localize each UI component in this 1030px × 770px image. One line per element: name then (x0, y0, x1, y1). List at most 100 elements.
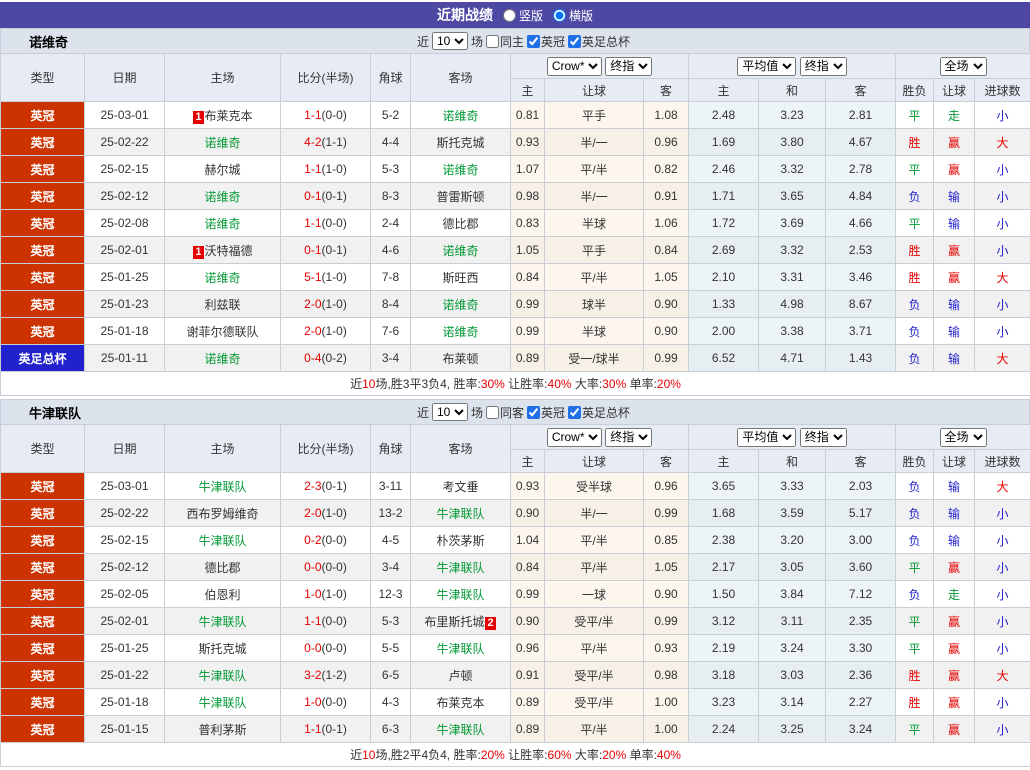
home-team[interactable]: 赫尔城 (165, 156, 281, 183)
result-goals: 小 (975, 102, 1030, 129)
match-score: 3-2(1-2) (281, 662, 371, 689)
away-team[interactable]: 诺维奇 (411, 291, 511, 318)
away-team[interactable]: 斯托克城 (411, 129, 511, 156)
bookmaker-select[interactable]: Crow* (547, 57, 602, 76)
team-label: 斯托克城 (198, 642, 246, 656)
league-filter-facup[interactable]: 英足总杯 (568, 404, 630, 421)
avg-draw: 3.23 (759, 102, 826, 129)
page-title: 近期战绩 (437, 5, 493, 25)
filter-bar: 牛津联队 近 10 场 同客 英冠 英足总杯 (0, 399, 1030, 424)
championship-checkbox[interactable] (527, 35, 540, 48)
home-team[interactable]: 牛津联队 (165, 608, 281, 635)
away-team[interactable]: 牛津联队 (411, 635, 511, 662)
same-venue-checkbox[interactable] (486, 35, 499, 48)
away-team[interactable]: 普雷斯顿 (411, 183, 511, 210)
final-index-select[interactable]: 终指 (605, 428, 652, 447)
odds-handicap: 平/半 (545, 635, 644, 662)
away-team[interactable]: 考文垂 (411, 473, 511, 500)
scope-select[interactable]: 全场 (940, 428, 987, 447)
away-team[interactable]: 朴茨茅斯 (411, 527, 511, 554)
summary-segment: 场,胜3平3负4, 胜率: (375, 377, 480, 391)
facup-checkbox[interactable] (568, 35, 581, 48)
away-team[interactable]: 德比郡 (411, 210, 511, 237)
team-label: 牛津联队 (436, 561, 484, 575)
home-team[interactable]: 1沃特福德 (165, 237, 281, 264)
home-team[interactable]: 斯托克城 (165, 635, 281, 662)
same-venue-filter[interactable]: 同客 (486, 404, 524, 421)
home-team[interactable]: 伯恩利 (165, 581, 281, 608)
home-team[interactable]: 西布罗姆维奇 (165, 500, 281, 527)
scope-select[interactable]: 全场 (940, 57, 987, 76)
away-team[interactable]: 牛津联队 (411, 500, 511, 527)
team-label: 布里斯托城 (424, 615, 484, 629)
col-away: 客场 (411, 54, 511, 102)
match-date: 25-02-01 (85, 237, 165, 264)
away-team[interactable]: 诺维奇 (411, 318, 511, 345)
league-filter-facup[interactable]: 英足总杯 (568, 33, 630, 50)
away-team[interactable]: 布莱克本 (411, 689, 511, 716)
final-index-select[interactable]: 终指 (605, 57, 652, 76)
recent-count-select[interactable]: 10 (432, 403, 468, 421)
final-index-select-2[interactable]: 终指 (800, 428, 847, 447)
odds-away: 0.90 (644, 318, 689, 345)
home-team[interactable]: 谢菲尔德联队 (165, 318, 281, 345)
home-team[interactable]: 德比郡 (165, 554, 281, 581)
result-outcome: 负 (896, 318, 934, 345)
home-team[interactable]: 诺维奇 (165, 210, 281, 237)
same-venue-checkbox[interactable] (486, 406, 499, 419)
col-avg-away: 客 (826, 79, 896, 102)
layout-horizontal-option[interactable]: 横版 (553, 7, 593, 24)
away-team[interactable]: 牛津联队 (411, 554, 511, 581)
away-team[interactable]: 诺维奇 (411, 237, 511, 264)
home-team[interactable]: 普利茅斯 (165, 716, 281, 743)
corner-score: 7-8 (371, 264, 411, 291)
average-select[interactable]: 平均值 (737, 57, 796, 76)
facup-checkbox[interactable] (568, 406, 581, 419)
team-label: 诺维奇 (204, 352, 240, 366)
avg-draw: 3.80 (759, 129, 826, 156)
bookmaker-select[interactable]: Crow* (547, 428, 602, 447)
away-team[interactable]: 布莱顿 (411, 345, 511, 372)
away-team[interactable]: 布里斯托城2 (411, 608, 511, 635)
avg-draw: 3.31 (759, 264, 826, 291)
avg-draw: 3.14 (759, 689, 826, 716)
result-handicap: 赢 (934, 264, 975, 291)
home-team[interactable]: 1布莱克本 (165, 102, 281, 129)
same-venue-filter[interactable]: 同主 (486, 33, 524, 50)
recent-count-select[interactable]: 10 (432, 32, 468, 50)
championship-checkbox[interactable] (527, 406, 540, 419)
home-team[interactable]: 诺维奇 (165, 129, 281, 156)
away-team[interactable]: 诺维奇 (411, 102, 511, 129)
final-index-select-2[interactable]: 终指 (800, 57, 847, 76)
away-team[interactable]: 卢顿 (411, 662, 511, 689)
col-corner: 角球 (371, 425, 411, 473)
avg-home: 2.10 (689, 264, 759, 291)
corner-score: 3-11 (371, 473, 411, 500)
home-team[interactable]: 牛津联队 (165, 662, 281, 689)
team-label: 诺维奇 (204, 136, 240, 150)
average-select[interactable]: 平均值 (737, 428, 796, 447)
away-team[interactable]: 斯旺西 (411, 264, 511, 291)
match-type-badge: 英冠 (1, 554, 85, 581)
league-filter-championship[interactable]: 英冠 (527, 404, 565, 421)
away-team[interactable]: 牛津联队 (411, 716, 511, 743)
away-team[interactable]: 诺维奇 (411, 156, 511, 183)
summary-segment: 20% (657, 377, 681, 391)
scope-dropdown-group: 全场 (896, 425, 1030, 450)
home-team[interactable]: 诺维奇 (165, 345, 281, 372)
away-team[interactable]: 牛津联队 (411, 581, 511, 608)
home-team[interactable]: 牛津联队 (165, 689, 281, 716)
horizontal-radio[interactable] (553, 9, 566, 22)
match-date: 25-01-25 (85, 635, 165, 662)
league-filter-championship[interactable]: 英冠 (527, 33, 565, 50)
home-team[interactable]: 诺维奇 (165, 264, 281, 291)
home-team[interactable]: 诺维奇 (165, 183, 281, 210)
home-team[interactable]: 牛津联队 (165, 473, 281, 500)
avg-away: 4.84 (826, 183, 896, 210)
home-team[interactable]: 利兹联 (165, 291, 281, 318)
home-team[interactable]: 牛津联队 (165, 527, 281, 554)
result-goals: 小 (975, 291, 1030, 318)
layout-vertical-option[interactable]: 竖版 (503, 7, 543, 24)
vertical-radio[interactable] (503, 9, 516, 22)
avg-home: 3.18 (689, 662, 759, 689)
